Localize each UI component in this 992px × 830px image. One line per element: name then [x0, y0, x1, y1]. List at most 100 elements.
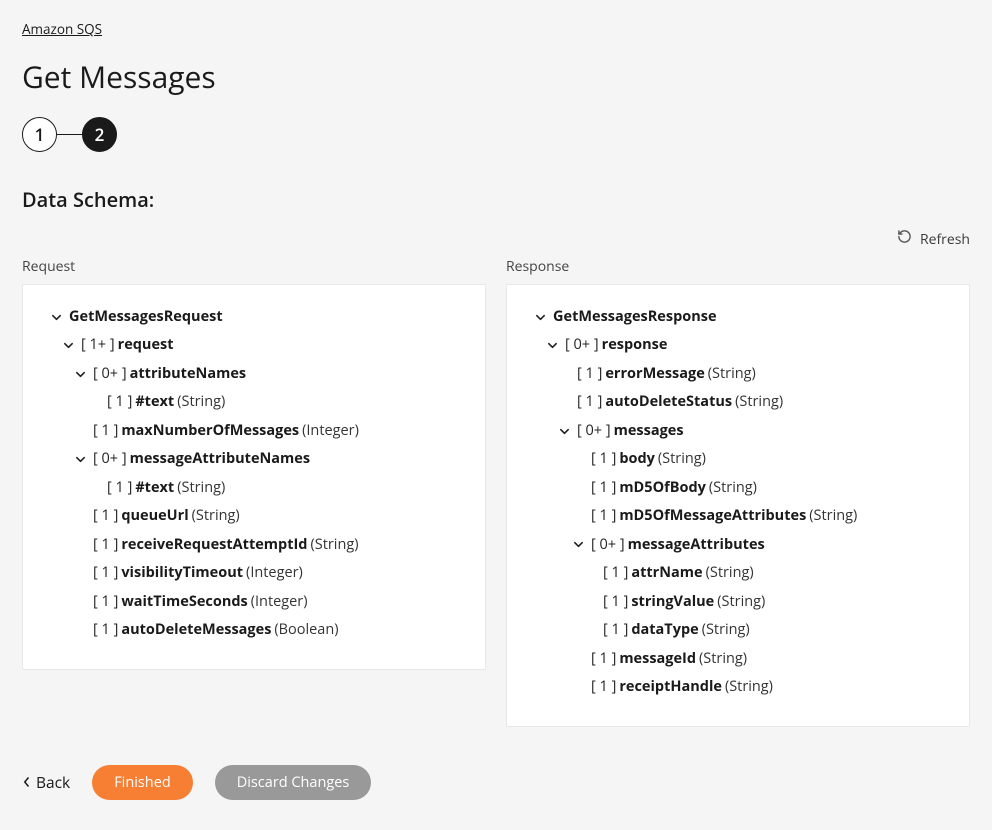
occurrence-label: [ 1 ] [591, 648, 616, 670]
field-type: (String) [658, 448, 706, 470]
chevron-down-icon [87, 481, 101, 495]
field-name: autoDeleteMessages [121, 619, 271, 641]
tree-row[interactable]: [ 0+ ] response [523, 331, 953, 359]
step-1[interactable]: 1 [22, 117, 57, 152]
tree-row: [ 1 ] attrName (String) [523, 559, 953, 587]
tree-row: [ 1 ] mD5OfBody (String) [523, 474, 953, 502]
chevron-down-icon [557, 367, 571, 381]
tree-row[interactable]: [ 0+ ] messages [523, 417, 953, 445]
discard-button[interactable]: Discard Changes [215, 765, 372, 800]
chevron-down-icon [571, 453, 585, 467]
chevron-down-icon [571, 680, 585, 694]
refresh-icon [897, 229, 912, 249]
field-name: GetMessagesRequest [69, 306, 223, 328]
field-name: waitTimeSeconds [121, 591, 247, 613]
chevron-down-icon[interactable] [557, 424, 571, 438]
occurrence-label: [ 0+ ] [93, 448, 127, 470]
chevron-left-icon [22, 771, 32, 793]
chevron-down-icon [73, 424, 87, 438]
occurrence-label: [ 1 ] [577, 391, 602, 413]
occurrence-label: [ 1 ] [603, 562, 628, 584]
field-type: (String) [717, 591, 765, 613]
back-label: Back [36, 771, 70, 793]
back-button[interactable]: Back [22, 771, 70, 793]
request-panel: GetMessagesRequest[ 1+ ] request[ 0+ ] a… [22, 284, 486, 670]
request-label: Request [22, 257, 486, 276]
field-name: autoDeleteStatus [605, 391, 732, 413]
chevron-down-icon [73, 623, 87, 637]
field-name: GetMessagesResponse [553, 306, 717, 328]
tree-row[interactable]: [ 0+ ] messageAttributes [523, 531, 953, 559]
tree-row: [ 1 ] queueUrl (String) [39, 502, 469, 530]
tree-row[interactable]: [ 1+ ] request [39, 331, 469, 359]
tree-row: [ 1 ] receiptHandle (String) [523, 673, 953, 701]
occurrence-label: [ 1 ] [93, 534, 118, 556]
tree-row[interactable]: [ 0+ ] messageAttributeNames [39, 445, 469, 473]
chevron-down-icon [571, 510, 585, 524]
field-type: (String) [725, 676, 773, 698]
tree-row[interactable]: GetMessagesRequest [39, 303, 469, 331]
field-type: (Integer) [246, 562, 303, 584]
chevron-down-icon [73, 538, 87, 552]
field-type: (Integer) [302, 420, 359, 442]
field-name: receiptHandle [619, 676, 722, 698]
occurrence-label: [ 1 ] [107, 477, 132, 499]
occurrence-label: [ 0+ ] [577, 420, 611, 442]
tree-row: [ 1 ] receiveRequestAttemptId (String) [39, 531, 469, 559]
tree-row[interactable]: GetMessagesResponse [523, 303, 953, 331]
field-name: #text [135, 477, 174, 499]
field-name: attributeNames [130, 363, 246, 385]
chevron-down-icon[interactable] [61, 339, 75, 353]
occurrence-label: [ 1 ] [603, 591, 628, 613]
chevron-down-icon [571, 481, 585, 495]
chevron-down-icon [87, 396, 101, 410]
chevron-down-icon[interactable] [73, 367, 87, 381]
field-name: mD5OfBody [619, 477, 706, 499]
field-name: mD5OfMessageAttributes [619, 505, 806, 527]
field-name: messageId [619, 648, 696, 670]
occurrence-label: [ 1 ] [577, 363, 602, 385]
occurrence-label: [ 0+ ] [591, 534, 625, 556]
breadcrumb-link[interactable]: Amazon SQS [22, 20, 102, 38]
chevron-down-icon [557, 396, 571, 410]
chevron-down-icon[interactable] [571, 538, 585, 552]
response-panel: GetMessagesResponse [ 0+ ] response [ 1 ] … [506, 284, 970, 727]
occurrence-label: [ 1 ] [107, 391, 132, 413]
tree-row[interactable]: [ 0+ ] attributeNames [39, 360, 469, 388]
tree-row: [ 1 ] dataType (String) [523, 616, 953, 644]
field-name: request [118, 334, 174, 356]
step-2[interactable]: 2 [82, 117, 117, 152]
field-name: #text [135, 391, 174, 413]
tree-row: [ 1 ] maxNumberOfMessages (Integer) [39, 417, 469, 445]
chevron-down-icon[interactable] [73, 453, 87, 467]
occurrence-label: [ 1+ ] [81, 334, 115, 356]
tree-row: [ 1 ] waitTimeSeconds (Integer) [39, 588, 469, 616]
field-type: (String) [177, 477, 225, 499]
occurrence-label: [ 1 ] [591, 448, 616, 470]
field-type: (String) [192, 505, 240, 527]
tree-row: [ 1 ] body (String) [523, 445, 953, 473]
field-name: queueUrl [121, 505, 188, 527]
field-type: (String) [809, 505, 857, 527]
occurrence-label: [ 1 ] [93, 591, 118, 613]
chevron-down-icon[interactable] [533, 310, 547, 324]
chevron-down-icon[interactable] [49, 310, 63, 324]
tree-row: [ 1 ] #text (String) [39, 388, 469, 416]
field-type: (Integer) [251, 591, 308, 613]
refresh-label: Refresh [920, 230, 970, 249]
field-name: receiveRequestAttemptId [121, 534, 307, 556]
chevron-down-icon [583, 566, 597, 580]
field-name: maxNumberOfMessages [121, 420, 299, 442]
chevron-down-icon[interactable] [545, 339, 559, 353]
field-type: (String) [310, 534, 358, 556]
tree-row: [ 1 ] messageId (String) [523, 645, 953, 673]
occurrence-label: [ 1 ] [591, 477, 616, 499]
field-name: response [602, 334, 668, 356]
chevron-down-icon [73, 510, 87, 524]
tree-row: [ 1 ] visibilityTimeout (Integer) [39, 559, 469, 587]
chevron-down-icon [583, 595, 597, 609]
finished-button[interactable]: Finished [92, 765, 193, 800]
occurrence-label: [ 1 ] [591, 505, 616, 527]
refresh-button[interactable]: Refresh [897, 229, 970, 249]
occurrence-label: [ 0+ ] [93, 363, 127, 385]
